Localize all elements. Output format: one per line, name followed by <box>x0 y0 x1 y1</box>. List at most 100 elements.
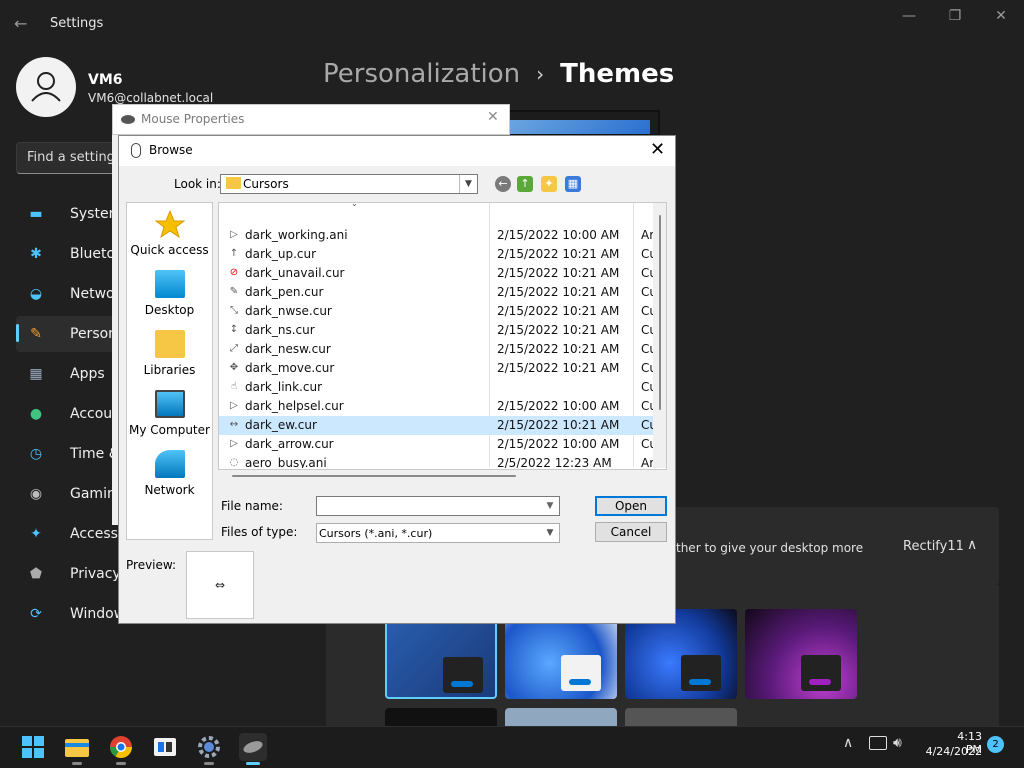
notification-badge[interactable]: 2 <box>987 736 1004 753</box>
cursor-file-icon: ⊘ <box>229 267 239 278</box>
file-date: 2/15/2022 10:21 AM <box>497 266 620 280</box>
folder-icon <box>154 330 185 358</box>
avatar[interactable] <box>16 57 76 117</box>
file-explorer-icon[interactable] <box>63 733 91 765</box>
apps-icon: ▦ <box>29 366 43 382</box>
store-icon[interactable] <box>151 733 179 761</box>
theme-thumbnail[interactable] <box>745 609 857 699</box>
place-desktop[interactable]: Desktop <box>126 270 213 317</box>
file-type: Cu <box>641 361 653 375</box>
minimize-button[interactable]: — <box>894 6 924 26</box>
chevron-down-icon[interactable]: ▼ <box>459 175 477 193</box>
nav-label: Apps <box>70 366 105 382</box>
page-title: Themes <box>560 59 675 89</box>
look-in-label: Look in: <box>174 177 221 191</box>
file-list-header[interactable] <box>219 203 666 225</box>
maximize-button[interactable]: ❐ <box>940 6 970 26</box>
network-status-icon[interactable] <box>869 736 887 750</box>
mouse-icon <box>131 143 141 158</box>
cursor-file-icon: ◌ <box>229 457 239 468</box>
file-date: 2/15/2022 10:21 AM <box>497 285 620 299</box>
cursor-file-icon: ☝ <box>230 381 238 392</box>
settings-icon[interactable] <box>195 733 223 765</box>
scrollbar-thumb[interactable] <box>659 215 661 410</box>
mouse-properties-icon[interactable] <box>239 733 267 765</box>
chevron-up-icon[interactable]: ∧ <box>843 735 853 751</box>
place-my-computer[interactable]: My Computer <box>126 390 213 437</box>
person-icon: ● <box>29 406 43 422</box>
back-icon[interactable]: ← <box>495 176 511 192</box>
mouse-properties-close-icon[interactable]: ✕ <box>487 109 499 125</box>
file-type: Cu <box>641 399 653 413</box>
folder-icon <box>226 177 241 189</box>
file-row[interactable]: ◌ aero_busy.ani 2/5/2022 12:23 AM Ar <box>219 454 653 468</box>
file-row[interactable]: ↑ dark_up.cur 2/15/2022 10:21 AM Cu <box>219 245 653 264</box>
file-row[interactable]: ↕ dark_ns.cur 2/15/2022 10:21 AM Cu <box>219 321 653 340</box>
clock-date[interactable]: 4/24/2022 <box>922 745 982 758</box>
file-name-input[interactable] <box>316 496 560 516</box>
up-folder-icon[interactable]: ↑ <box>517 176 533 192</box>
user-name: VM6 <box>88 72 123 88</box>
theme-thumbnail[interactable] <box>625 708 737 726</box>
back-arrow-icon[interactable]: ← <box>14 14 34 34</box>
file-row[interactable]: ⊘ dark_unavail.cur 2/15/2022 10:21 AM Cu <box>219 264 653 283</box>
place-label: Network <box>144 483 195 497</box>
file-date: 2/15/2022 10:21 AM <box>497 247 620 261</box>
look-in-dropdown[interactable]: Cursors <box>220 174 478 194</box>
file-name: dark_unavail.cur <box>245 266 345 280</box>
cancel-button[interactable]: Cancel <box>595 522 667 542</box>
brush-icon: ✎ <box>30 326 42 342</box>
open-button[interactable]: Open <box>595 496 667 516</box>
place-quick-access[interactable]: Quick access <box>126 210 213 257</box>
file-row-selected[interactable]: ↔ dark_ew.cur 2/15/2022 10:21 AM Cu <box>219 416 653 435</box>
file-type: Cu <box>641 342 653 356</box>
file-type: Cu <box>641 418 653 432</box>
windows-start-icon[interactable] <box>19 733 47 761</box>
theme-preview <box>500 110 660 136</box>
user-icon <box>31 72 61 102</box>
chevron-up-icon[interactable]: ∧ <box>967 537 977 553</box>
mouse-icon <box>243 741 263 753</box>
file-row[interactable]: ▷ dark_working.ani 2/15/2022 10:00 AM Ar <box>219 226 653 245</box>
place-libraries[interactable]: Libraries <box>126 330 213 377</box>
browse-titlebar <box>119 136 675 166</box>
cursor-file-icon: ⤢ <box>230 343 238 354</box>
file-date: 2/15/2022 10:00 AM <box>497 399 620 413</box>
browse-close-icon[interactable]: ✕ <box>650 139 665 160</box>
file-type: Cu <box>641 437 653 451</box>
file-row[interactable]: ☝ dark_link.cur Cu <box>219 378 653 397</box>
scrollbar-thumb[interactable] <box>232 475 516 477</box>
view-menu-icon[interactable]: ▦ <box>565 176 581 192</box>
close-button[interactable]: ✕ <box>986 6 1016 26</box>
breadcrumb-parent[interactable]: Personalization <box>323 59 520 89</box>
file-date: 2/5/2022 12:23 AM <box>497 456 612 468</box>
clock-icon: ◷ <box>29 446 43 462</box>
file-date: 2/15/2022 10:00 AM <box>497 437 620 451</box>
theme-thumbnail[interactable] <box>385 708 497 726</box>
file-name: dark_pen.cur <box>245 285 324 299</box>
mouse-properties-title: Mouse Properties <box>141 112 245 126</box>
file-name: dark_ns.cur <box>245 323 315 337</box>
file-row[interactable]: ⤢ dark_nesw.cur 2/15/2022 10:21 AM Cu <box>219 340 653 359</box>
chrome-icon[interactable] <box>107 733 135 765</box>
chevron-down-icon[interactable]: ▼ <box>541 524 559 542</box>
file-type: Cu <box>641 247 653 261</box>
file-row[interactable]: ▷ dark_helpsel.cur 2/15/2022 10:00 AM Cu <box>219 397 653 416</box>
file-type: Cu <box>641 323 653 337</box>
new-folder-icon[interactable]: ✦ <box>541 176 557 192</box>
files-of-type-dropdown[interactable]: Cursors (*.ani, *.cur) <box>316 523 560 543</box>
chevron-down-icon[interactable]: ▼ <box>541 497 559 515</box>
file-row[interactable]: ▷ dark_arrow.cur 2/15/2022 10:00 AM Cu <box>219 435 653 454</box>
nav-selection-indicator <box>16 324 19 342</box>
file-row[interactable]: ✎ dark_pen.cur 2/15/2022 10:21 AM Cu <box>219 283 653 302</box>
place-network[interactable]: Network <box>126 450 213 497</box>
theme-thumbnail[interactable] <box>505 708 617 726</box>
breadcrumb: Personalization › Themes <box>323 59 674 89</box>
cursor-file-icon: ✎ <box>229 286 239 297</box>
file-row[interactable]: ⤡ dark_nwse.cur 2/15/2022 10:21 AM Cu <box>219 302 653 321</box>
volume-icon[interactable]: 🔊︎ <box>893 735 902 751</box>
file-type: Cu <box>641 266 653 280</box>
cursor-file-icon: ↑ <box>229 248 239 259</box>
file-row[interactable]: ✥ dark_move.cur 2/15/2022 10:21 AM Cu <box>219 359 653 378</box>
cursor-file-icon: ▷ <box>230 229 238 240</box>
